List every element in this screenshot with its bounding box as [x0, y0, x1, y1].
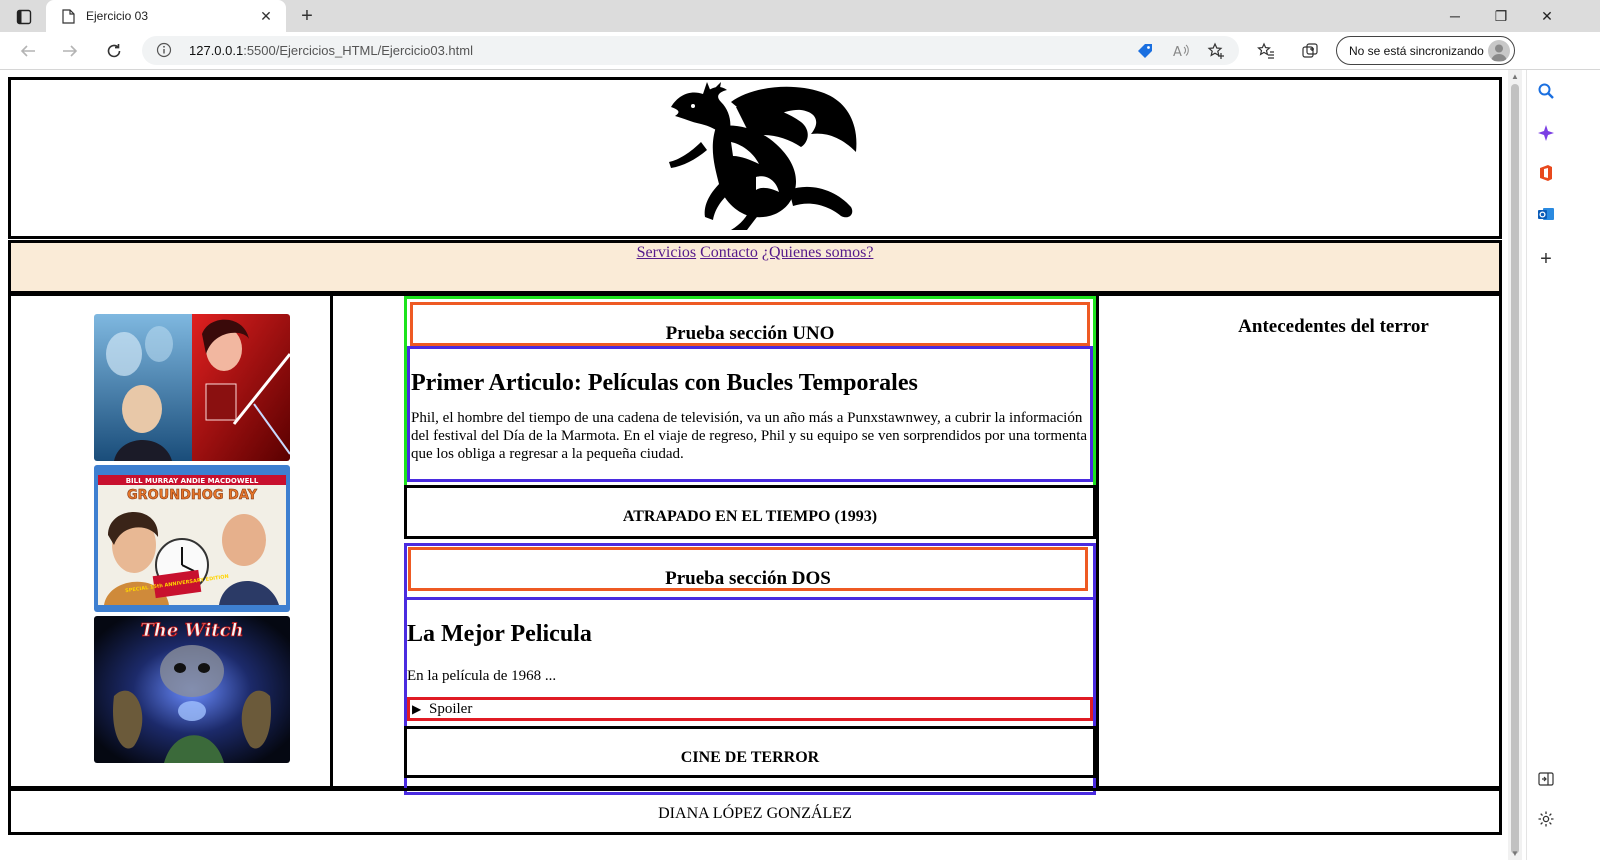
right-aside-title: Antecedentes del terror — [1238, 316, 1429, 337]
office-icon[interactable] — [1535, 162, 1557, 184]
close-window-button[interactable]: ✕ — [1524, 0, 1570, 32]
right-aside: Antecedentes del terror — [1168, 296, 1499, 786]
forward-button[interactable] — [56, 37, 84, 65]
footer-author: DIANA LÓPEZ GONZÁLEZ — [658, 805, 852, 822]
horror-collage-poster — [94, 314, 290, 461]
section-two-header: Prueba sección DOS — [408, 547, 1088, 591]
browser-toolbar: 127.0.0.1:5500/Ejercicios_HTML/Ejercicio… — [0, 32, 1600, 70]
close-tab-icon[interactable]: ✕ — [254, 4, 278, 28]
outlook-icon[interactable] — [1535, 203, 1557, 225]
article-two: La Mejor Pelicula En la película de 1968… — [407, 597, 1093, 700]
section-one: Prueba sección UNO Primer Articulo: Pelí… — [404, 296, 1096, 488]
sync-status-label: No se está sincronizando — [1349, 43, 1484, 58]
scrollbar-thumb[interactable] — [1511, 84, 1519, 854]
refresh-icon — [107, 44, 121, 58]
groundhog-poster-cast: BILL MURRAY ANDIE MACDOWELL — [126, 477, 259, 485]
collections-icon — [1302, 43, 1318, 58]
nav-link-contacto[interactable]: Contacto — [700, 244, 758, 261]
restore-button[interactable]: ❐ — [1478, 0, 1524, 32]
browser-titlebar: Ejercicio 03 ✕ + ─ ❐ ✕ — [0, 0, 1600, 32]
nav-link-servicios[interactable]: Servicios — [637, 244, 697, 261]
browser-tab-active[interactable]: Ejercicio 03 ✕ — [46, 0, 286, 32]
favorites-icon — [1257, 42, 1274, 59]
column-gap — [333, 296, 403, 786]
settings-gear-icon[interactable] — [1535, 808, 1557, 830]
copilot-sparkle-icon[interactable] — [1535, 122, 1557, 144]
article-two-footer-title: CINE DE TERROR — [680, 749, 820, 766]
article-one-footer: ATRAPADO EN EL TIEMPO (1993) — [404, 485, 1096, 539]
page-viewport: Servicios Contacto ¿Quienes somos? BILL … — [0, 70, 1508, 860]
address-bar[interactable]: 127.0.0.1:5500/Ejercicios_HTML/Ejercicio… — [142, 36, 1239, 65]
scroll-down-icon[interactable]: ▼ — [1511, 850, 1519, 858]
search-icon[interactable] — [1535, 80, 1557, 102]
back-arrow-icon — [20, 45, 35, 57]
refresh-button[interactable] — [100, 37, 128, 65]
disclosure-triangle-icon: ▶ — [412, 702, 422, 716]
scroll-up-icon[interactable]: ▲ — [1511, 73, 1519, 81]
add-favorite-icon[interactable] — [1207, 42, 1225, 60]
article-one: Primer Articulo: Películas con Bucles Te… — [407, 346, 1093, 482]
the-witch-poster: The Witch — [94, 616, 290, 763]
section-two: Prueba sección DOS La Mejor Pelicula En … — [404, 543, 1096, 795]
site-info-icon[interactable] — [156, 42, 172, 58]
url-text: 127.0.0.1:5500/Ejercicios_HTML/Ejercicio… — [189, 43, 473, 58]
page-header — [8, 77, 1502, 239]
spoiler-details-toggle[interactable]: ▶ Spoiler — [407, 697, 1093, 721]
left-aside-posters: BILL MURRAY ANDIE MACDOWELL GROUNDHOG DA… — [11, 296, 333, 786]
article-one-footer-title: ATRAPADO EN EL TIEMPO (1993) — [622, 508, 878, 525]
svg-text:A: A — [1173, 45, 1182, 60]
tab-actions-button[interactable] — [10, 6, 38, 28]
forward-arrow-icon — [63, 45, 78, 57]
page-icon — [60, 8, 76, 24]
favorites-button[interactable] — [1252, 37, 1280, 65]
groundhog-poster-title: GROUNDHOG DAY — [127, 488, 258, 503]
profile-sync-button[interactable]: No se está sincronizando — [1336, 36, 1515, 65]
section-one-heading: Prueba sección UNO — [665, 323, 835, 344]
hide-sidebar-icon[interactable] — [1535, 768, 1557, 790]
article-two-text: En la película de 1968 ... — [407, 668, 557, 684]
page-footer: DIANA LÓPEZ GONZÁLEZ — [8, 788, 1502, 835]
read-aloud-icon[interactable]: A — [1172, 42, 1190, 60]
tab-title: Ejercicio 03 — [86, 9, 149, 23]
top-navigation: Servicios Contacto ¿Quienes somos? — [8, 240, 1502, 294]
spoiler-label: Spoiler — [428, 701, 473, 717]
avatar — [1488, 39, 1510, 62]
groundhog-day-poster: BILL MURRAY ANDIE MACDOWELL GROUNDHOG DA… — [94, 465, 290, 612]
nav-link-quienes-somos[interactable]: ¿Quienes somos? — [762, 244, 874, 261]
dragon-logo — [669, 82, 857, 230]
witch-poster-title: The Witch — [140, 620, 243, 641]
edge-sidebar — [1526, 70, 1600, 860]
section-two-heading: Prueba sección DOS — [665, 568, 831, 589]
back-button[interactable] — [14, 37, 42, 65]
article-one-text: Phil, el hombre del tiempo de una cadena… — [411, 410, 1088, 462]
new-tab-button[interactable]: + — [294, 4, 320, 28]
main-content: BILL MURRAY ANDIE MACDOWELL GROUNDHOG DA… — [8, 293, 1502, 795]
shopping-tag-icon[interactable] — [1136, 42, 1154, 60]
page-scrollbar[interactable]: ▲ ▼ — [1508, 70, 1522, 860]
article-two-title: La Mejor Pelicula — [407, 621, 592, 647]
collections-button[interactable] — [1296, 37, 1324, 65]
section-one-header: Prueba sección UNO — [410, 302, 1090, 346]
tab-actions-icon — [16, 9, 32, 25]
add-sidebar-app-icon[interactable]: + — [1535, 248, 1557, 270]
article-two-footer: CINE DE TERROR — [404, 726, 1096, 778]
minimize-button[interactable]: ─ — [1432, 0, 1478, 32]
article-one-title: Primer Articulo: Películas con Bucles Te… — [411, 370, 918, 396]
center-column: Prueba sección UNO Primer Articulo: Pelí… — [404, 296, 1099, 795]
